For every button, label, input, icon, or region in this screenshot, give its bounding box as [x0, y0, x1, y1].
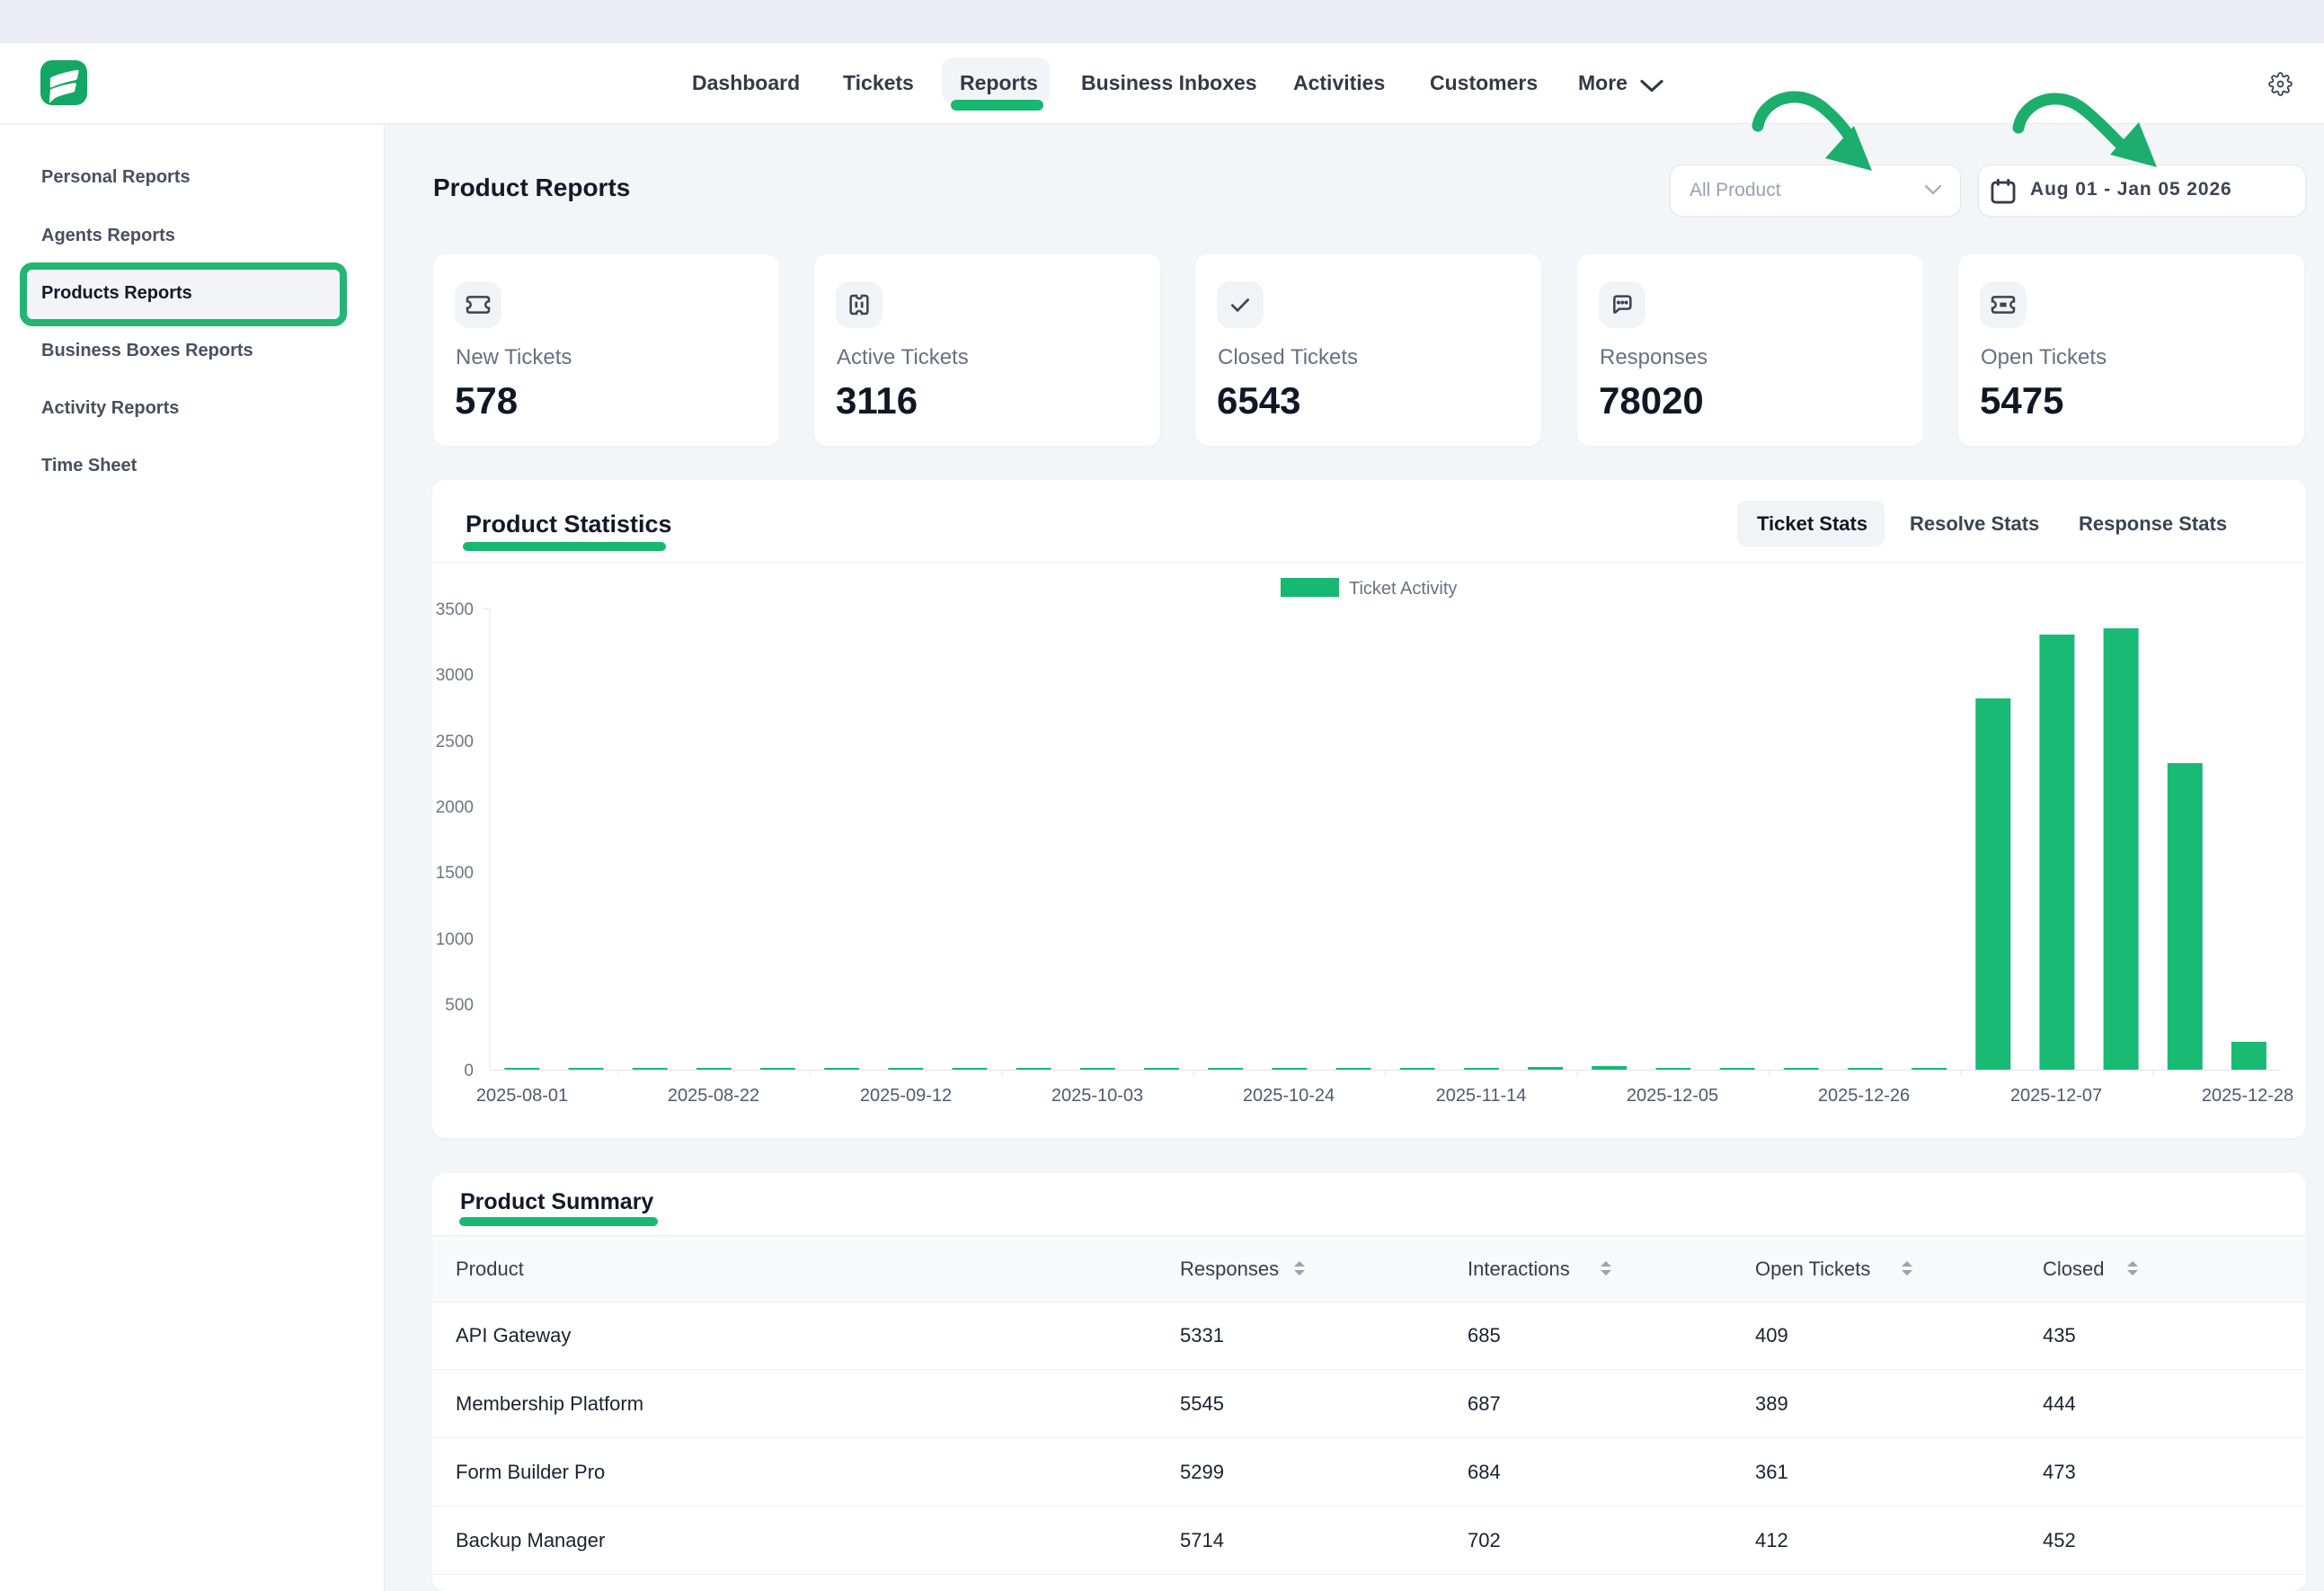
svg-text:500: 500	[445, 996, 474, 1015]
svg-text:2025-11-14: 2025-11-14	[1436, 1086, 1527, 1106]
svg-text:2025-08-01: 2025-08-01	[476, 1086, 568, 1106]
svg-text:2000: 2000	[436, 798, 474, 817]
svg-text:2025-10-03: 2025-10-03	[1051, 1086, 1143, 1106]
svg-text:2025-10-24: 2025-10-24	[1243, 1086, 1335, 1106]
svg-text:2025-12-07: 2025-12-07	[2010, 1086, 2102, 1106]
svg-text:2025-12-05: 2025-12-05	[1627, 1086, 1718, 1106]
svg-text:2025-12-26: 2025-12-26	[1818, 1086, 1910, 1106]
svg-text:3500: 3500	[436, 600, 474, 619]
svg-text:1500: 1500	[436, 864, 474, 883]
svg-text:2500: 2500	[436, 733, 474, 751]
svg-text:2025-12-28: 2025-12-28	[2202, 1086, 2293, 1106]
svg-text:3000: 3000	[436, 666, 474, 685]
svg-text:2025-08-22: 2025-08-22	[668, 1086, 759, 1106]
svg-text:0: 0	[464, 1062, 474, 1080]
svg-text:2025-09-12: 2025-09-12	[860, 1086, 952, 1106]
svg-text:Ticket Activity: Ticket Activity	[1349, 579, 1457, 599]
svg-text:1000: 1000	[436, 930, 474, 949]
